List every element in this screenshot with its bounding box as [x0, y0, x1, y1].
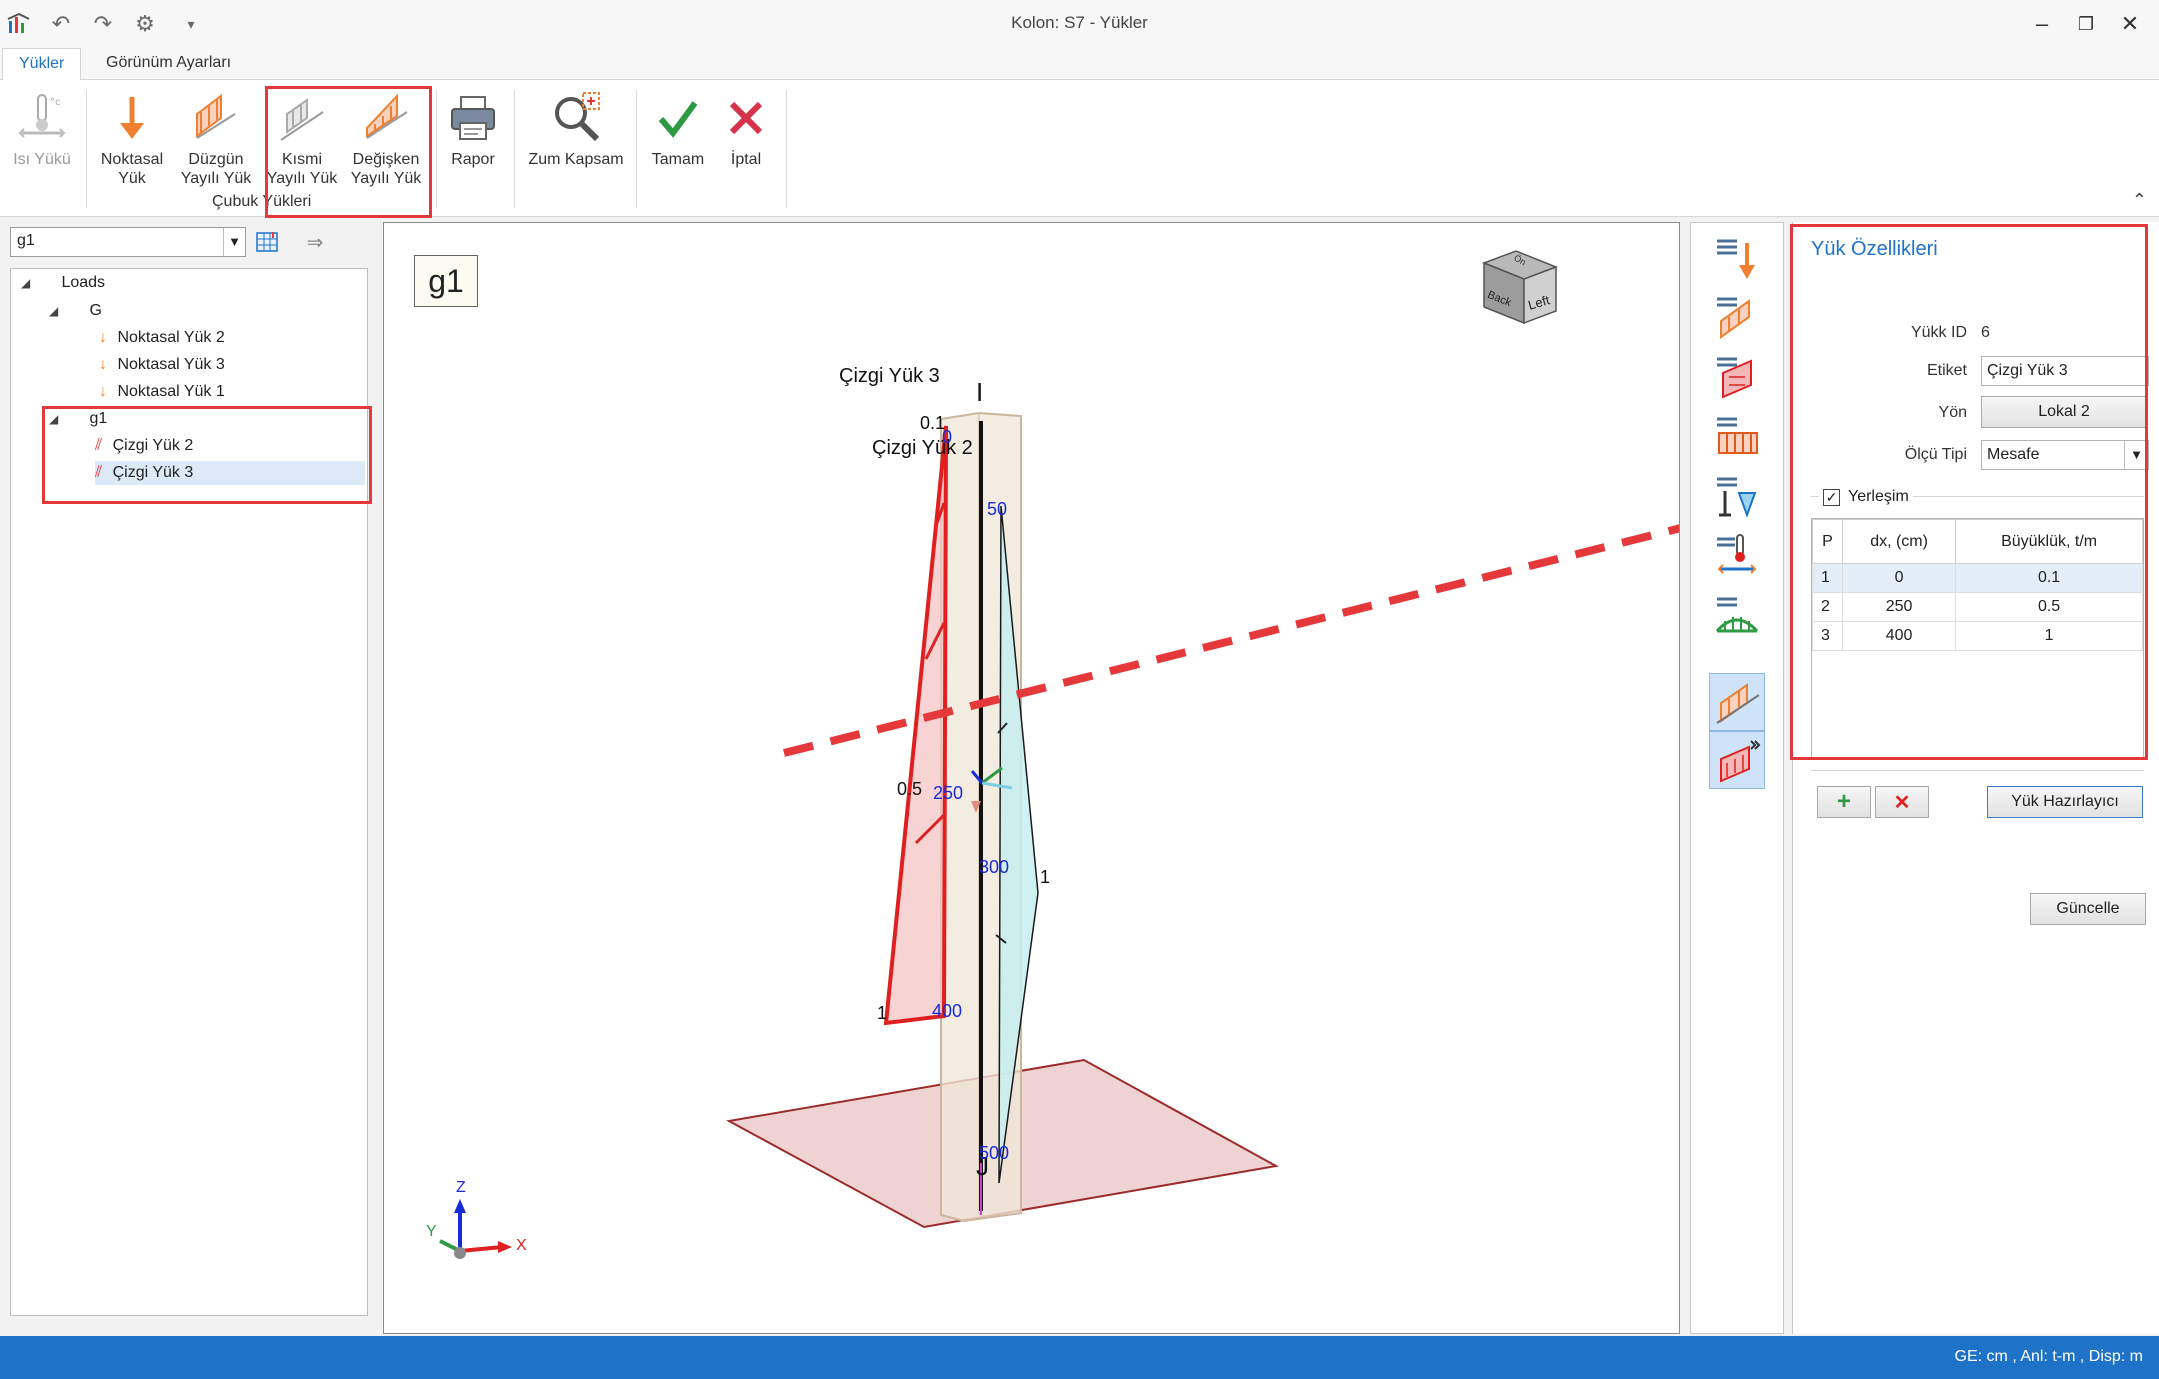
- tree-item-noktasal-yuk-3[interactable]: ↓ Noktasal Yük 3: [99, 353, 225, 377]
- 3d-viewport[interactable]: g1 Çizgi Yük 3 Çizgi Yük 2 I J 0.1 0.5 1…: [383, 222, 1680, 1334]
- point-load-icon: ↓: [99, 356, 107, 373]
- window-title: Kolon: S7 - Yükler: [1011, 13, 1148, 32]
- axis-triad: [439, 1199, 512, 1259]
- status-bar: GE: cm , Anl: t-m , Disp: m: [0, 1336, 2159, 1379]
- highlight-box-properties: [1790, 224, 2148, 760]
- temperature-load-icon[interactable]: [1709, 527, 1765, 585]
- duzgun-label-1: Düzgün: [188, 151, 244, 168]
- distance-label: 0: [942, 427, 953, 447]
- tree-node-loads[interactable]: ◢ Loads: [21, 271, 105, 295]
- point-load-icon: ↓: [99, 383, 107, 400]
- expand-triangle-icon[interactable]: ◢: [21, 271, 35, 295]
- area-load-mode-icon[interactable]: [1709, 731, 1765, 789]
- point-load-icon: [94, 86, 170, 150]
- load-type-toolstrip: [1690, 222, 1784, 1334]
- frame-load-icon[interactable]: [1709, 407, 1765, 465]
- zoom-extents-icon: [524, 86, 628, 150]
- load-table-icon[interactable]: [252, 227, 284, 257]
- distance-label: 500: [979, 1143, 1010, 1163]
- uniform-load-icon: [176, 86, 256, 150]
- distance-label: 50: [987, 499, 1008, 519]
- wall-load-icon[interactable]: [1709, 347, 1765, 405]
- axis-label-x: X: [516, 1237, 527, 1254]
- tab-gorunum-ayarlari[interactable]: Görünüm Ayarları: [90, 48, 247, 81]
- iptal-label: İptal: [730, 151, 762, 168]
- loads-panel: g1 ▼ ⇒ ◢ Loads ◢ G ↓ Noktasal Yük 2 ↓ No…: [0, 218, 375, 1336]
- load-label-cizgi-yuk-2: Çizgi Yük 2: [872, 437, 973, 459]
- uniform-load-icon[interactable]: [1709, 287, 1765, 345]
- restore-button[interactable]: ❐: [2066, 8, 2106, 40]
- ribbon-tabs: Yükler Görünüm Ayarları: [0, 48, 2159, 81]
- tamam-button[interactable]: Tamam: [644, 86, 712, 206]
- svg-text:°c: °c: [50, 97, 61, 108]
- rapor-label: Rapor: [451, 151, 495, 168]
- delete-x-icon: ✕: [1893, 791, 1911, 814]
- node-label-i: I: [976, 377, 984, 407]
- collapse-ribbon-icon[interactable]: ⌃: [2132, 190, 2147, 211]
- plus-icon: +: [1836, 788, 1851, 815]
- ribbon-separator: [436, 90, 437, 208]
- distance-label: 250: [933, 783, 964, 803]
- minimize-button[interactable]: –: [2022, 8, 2062, 40]
- axis-label-z: Z: [456, 1179, 466, 1196]
- ribbon-separator: [514, 90, 515, 208]
- zum-kapsam-button[interactable]: Zum Kapsam: [524, 86, 628, 206]
- yuk-hazirlayici-button[interactable]: Yük Hazırlayıcı: [1987, 786, 2143, 818]
- zum-kapsam-label: Zum Kapsam: [528, 151, 624, 168]
- isi-yuku-button[interactable]: °c Isı Yükü: [6, 86, 78, 206]
- cancel-x-icon: [718, 86, 774, 150]
- units-status: GE: cm , Anl: t-m , Disp: m: [1954, 1348, 2143, 1365]
- line-load-mode-icon[interactable]: [1709, 673, 1765, 731]
- bridge-load-icon[interactable]: [1709, 587, 1765, 645]
- load-case-badge: g1: [414, 255, 478, 307]
- load-label-cizgi-yuk-3: Çizgi Yük 3: [839, 365, 940, 387]
- point-load-icon: ↓: [99, 329, 107, 346]
- noktasal-yuk-button[interactable]: Noktasal Yük: [94, 86, 170, 206]
- highlight-box-tree: [42, 406, 372, 504]
- noktasal-label-2: Yük: [118, 170, 146, 187]
- tamam-label: Tamam: [651, 151, 705, 168]
- tab-yukler[interactable]: Yükler: [2, 48, 82, 81]
- load-value-label: 0.5: [897, 779, 923, 799]
- chevron-down-icon[interactable]: ▼: [223, 228, 245, 256]
- isi-yuku-label: Isı Yükü: [13, 151, 71, 168]
- distance-label: 300: [979, 857, 1010, 877]
- ribbon-separator: [786, 90, 787, 208]
- tree-item-noktasal-yuk-2[interactable]: ↓ Noktasal Yük 2: [99, 326, 225, 350]
- noktasal-label-1: Noktasal: [100, 151, 164, 168]
- highlight-box-ribbon: [265, 86, 432, 218]
- add-row-button[interactable]: +: [1817, 786, 1871, 818]
- tree-item-noktasal-yuk-1[interactable]: ↓ Noktasal Yük 1: [99, 380, 225, 404]
- ribbon-separator: [86, 90, 87, 208]
- title-bar: ↶ ↷ ⚙ ▾ Kolon: S7 - Yükler – ❐ ✕: [0, 0, 2159, 48]
- point-load-icon[interactable]: [1709, 229, 1765, 287]
- 3d-scene: [439, 250, 1679, 1259]
- checkmark-icon: [644, 86, 712, 150]
- ribbon-separator: [636, 90, 637, 208]
- load-value-label: 1: [877, 1003, 888, 1023]
- axis-label-y: Y: [426, 1223, 437, 1240]
- iptal-button[interactable]: İptal: [718, 86, 774, 206]
- tree-node-g[interactable]: ◢ G: [49, 299, 102, 323]
- delete-row-button[interactable]: ✕: [1875, 786, 1929, 818]
- load-value-label: 1: [1040, 867, 1051, 887]
- support-load-icon[interactable]: [1709, 467, 1765, 525]
- thermometer-icon: °c: [6, 86, 78, 150]
- guncelle-button[interactable]: Güncelle: [2030, 893, 2146, 925]
- duzgun-yayili-yuk-button[interactable]: Düzgün Yayılı Yük: [176, 86, 256, 206]
- duzgun-label-2: Yayılı Yük: [180, 170, 252, 187]
- rapor-button[interactable]: Rapor: [442, 86, 504, 206]
- printer-icon: [442, 86, 504, 150]
- close-button[interactable]: ✕: [2110, 8, 2150, 40]
- expand-triangle-icon[interactable]: ◢: [49, 299, 63, 323]
- combo-value: g1: [17, 232, 35, 249]
- distance-label: 400: [932, 1001, 963, 1021]
- arrow-right-icon[interactable]: ⇒: [300, 227, 330, 257]
- load-case-combo[interactable]: g1 ▼: [10, 227, 246, 257]
